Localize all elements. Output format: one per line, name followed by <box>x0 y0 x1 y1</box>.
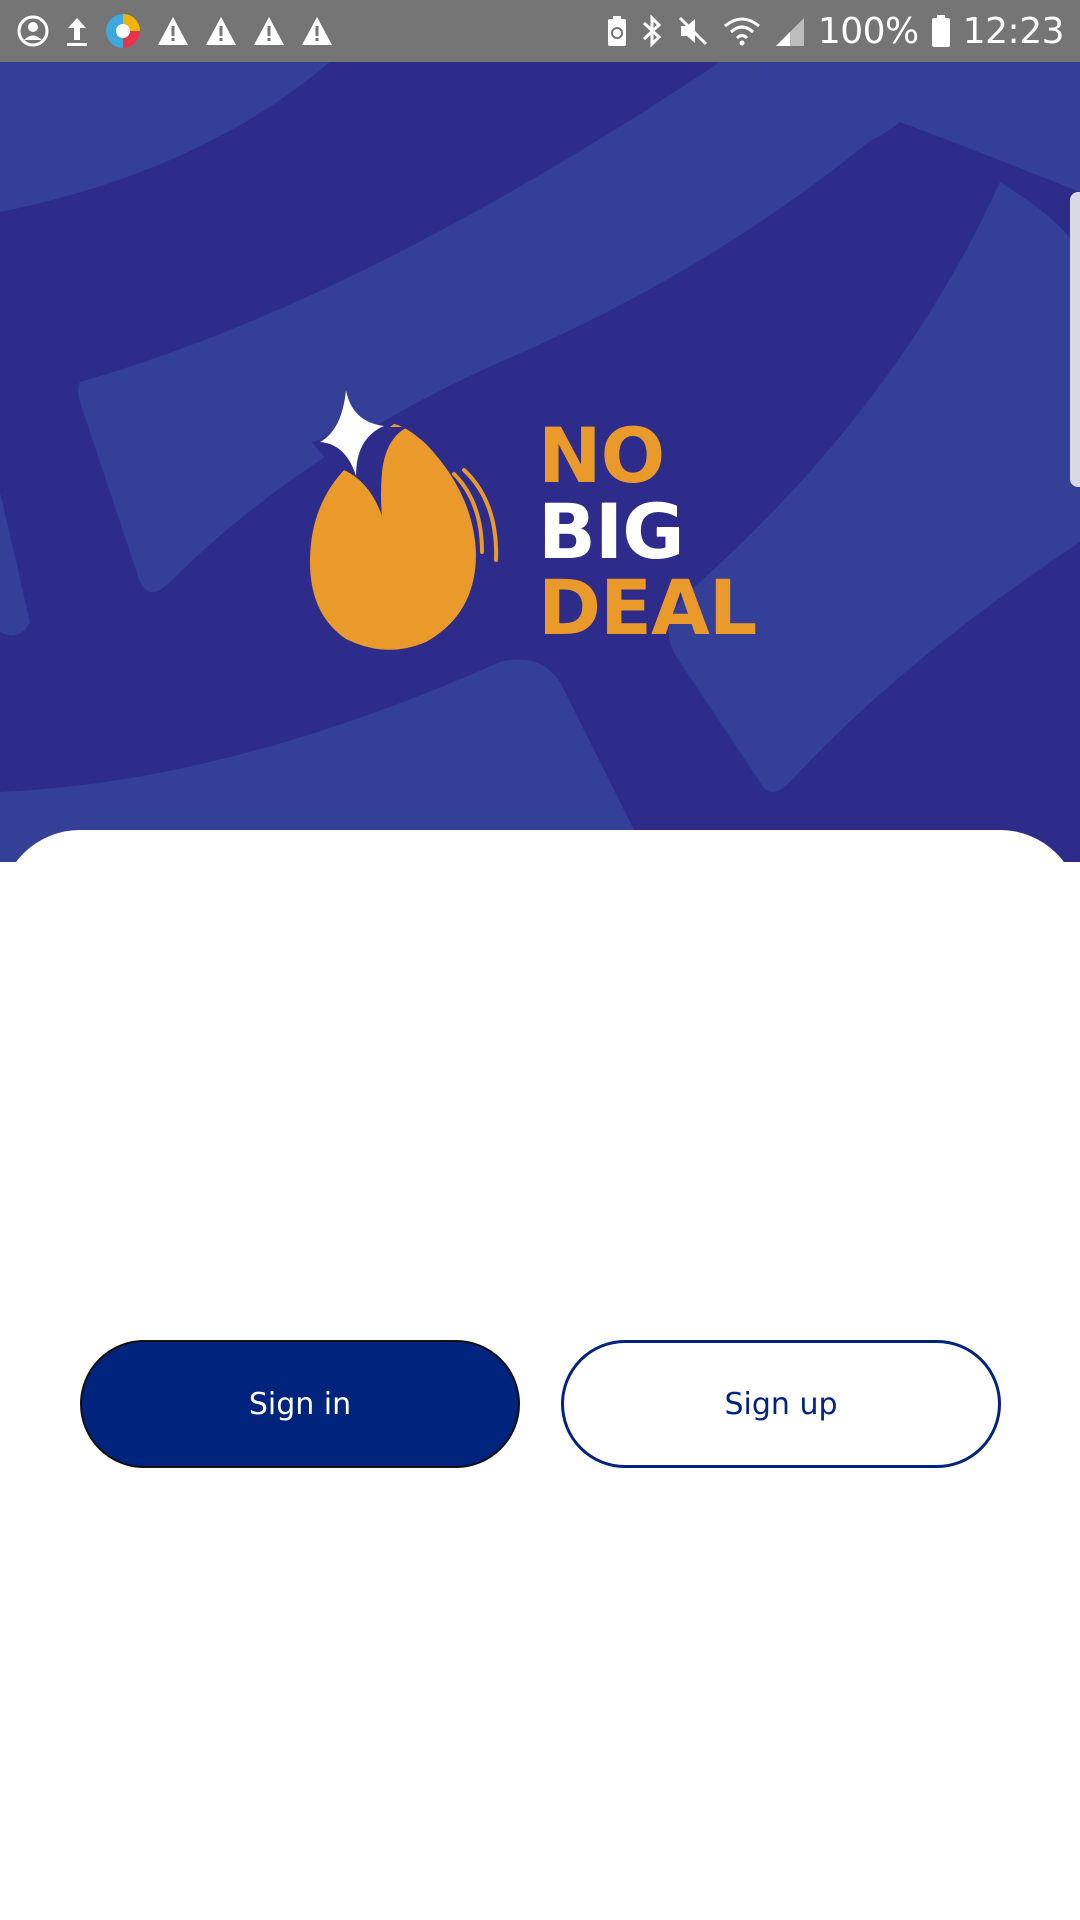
signal-icon <box>774 0 806 62</box>
battery-percent: 100% <box>817 10 919 52</box>
warning-icon <box>156 0 190 62</box>
upload-icon <box>64 0 90 62</box>
sign-in-label: Sign in <box>248 1386 352 1422</box>
sign-in-button[interactable]: Sign in <box>80 1340 520 1468</box>
logo-text-deal: DEAL <box>538 563 757 652</box>
logo-text-no: NO <box>538 411 665 500</box>
battery-icon <box>931 0 951 62</box>
auth-panel: Sign in Sign up <box>0 830 1080 1920</box>
mute-icon <box>676 0 710 62</box>
status-bar: 100% 12:23 <box>0 0 1080 62</box>
account-circle-icon <box>16 0 50 62</box>
egg-mascot-icon <box>309 386 499 650</box>
sign-up-button[interactable]: Sign up <box>561 1340 1001 1468</box>
brand-logo: NO BIG DEAL <box>306 384 776 654</box>
wifi-icon <box>722 0 762 62</box>
warning-icon <box>252 0 286 62</box>
sign-up-label: Sign up <box>724 1386 838 1422</box>
side-scroll-handle[interactable] <box>1070 192 1080 487</box>
screen: 100% 12:23 NO BIG DEAL Sign in Sign up <box>0 0 1080 1920</box>
warning-icon <box>204 0 238 62</box>
browser-app-icon <box>104 0 142 62</box>
logo-text-big: BIG <box>538 487 685 576</box>
system-icons: 100% 12:23 <box>594 0 1065 62</box>
clock: 12:23 <box>962 10 1065 52</box>
bluetooth-icon <box>640 0 664 62</box>
notification-icons <box>16 0 348 62</box>
hero-banner: NO BIG DEAL <box>0 62 1080 862</box>
battery-saver-icon <box>606 0 628 62</box>
warning-icon <box>300 0 334 62</box>
